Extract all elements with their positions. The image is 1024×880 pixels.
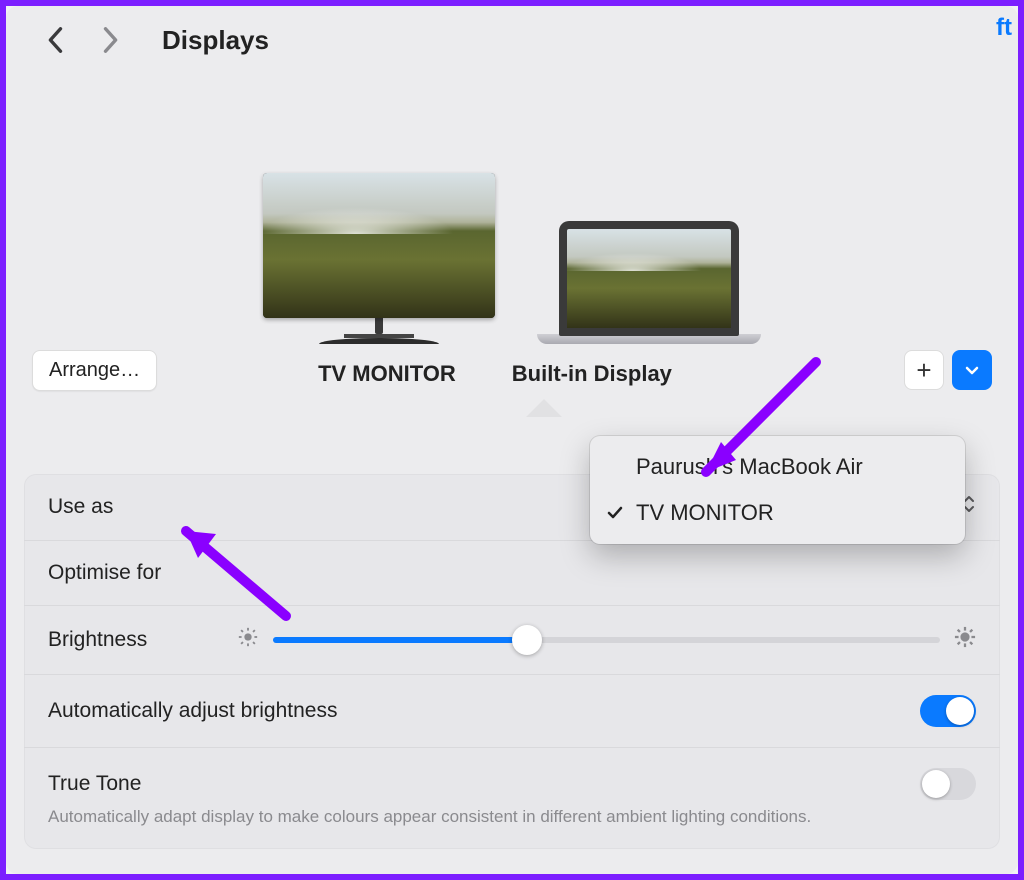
- background-text-fragment: ft: [996, 14, 1012, 42]
- toolbar: Displays: [6, 6, 1018, 74]
- plus-icon: +: [916, 355, 931, 386]
- display-options-dropdown[interactable]: [952, 350, 992, 390]
- add-display-button[interactable]: +: [904, 350, 944, 390]
- chevron-down-icon: [964, 362, 980, 378]
- brightness-label: Brightness: [48, 628, 147, 652]
- use-as-label: Use as: [48, 495, 113, 519]
- true-tone-toggle[interactable]: [920, 768, 976, 800]
- auto-brightness-row: Automatically adjust brightness: [24, 675, 1000, 748]
- true-tone-description: Automatically adapt display to make colo…: [48, 806, 811, 829]
- back-button[interactable]: [38, 22, 74, 58]
- optimise-for-label: Optimise for: [48, 561, 161, 585]
- chevron-left-icon: [47, 26, 65, 54]
- display-labels: TV MONITOR Built-in Display: [352, 361, 672, 387]
- arrange-button[interactable]: Arrange…: [32, 350, 157, 391]
- display-label-tv[interactable]: TV MONITOR: [318, 361, 456, 387]
- checkmark-icon: [604, 456, 626, 478]
- display-picker-bar: Arrange… TV MONITOR Built-in Display +: [6, 344, 1018, 404]
- annotation-arrow: [666, 352, 826, 497]
- nav-buttons: [38, 22, 128, 58]
- display-thumbnail-builtin[interactable]: [537, 221, 761, 344]
- forward-button[interactable]: [92, 22, 128, 58]
- page-title: Displays: [162, 25, 269, 56]
- true-tone-label: True Tone: [48, 772, 141, 796]
- display-label-builtin[interactable]: Built-in Display: [512, 361, 672, 387]
- annotation-arrow: [166, 516, 306, 641]
- selected-display-indicator: [526, 399, 562, 417]
- settings-window: ft Displays Arrange… TV MONITOR Built: [6, 6, 1018, 874]
- auto-brightness-toggle[interactable]: [920, 695, 976, 727]
- optimise-option-label: TV MONITOR: [636, 500, 774, 526]
- checkmark-icon: [604, 502, 626, 524]
- true-tone-row: True Tone Automatically adapt display to…: [24, 748, 1000, 849]
- display-preview-area: [6, 74, 1018, 344]
- brightness-slider[interactable]: [273, 637, 940, 643]
- auto-brightness-label: Automatically adjust brightness: [48, 699, 337, 723]
- display-thumbnail-tv[interactable]: [263, 173, 495, 344]
- chevron-right-icon: [101, 26, 119, 54]
- brightness-max-icon: [954, 626, 976, 654]
